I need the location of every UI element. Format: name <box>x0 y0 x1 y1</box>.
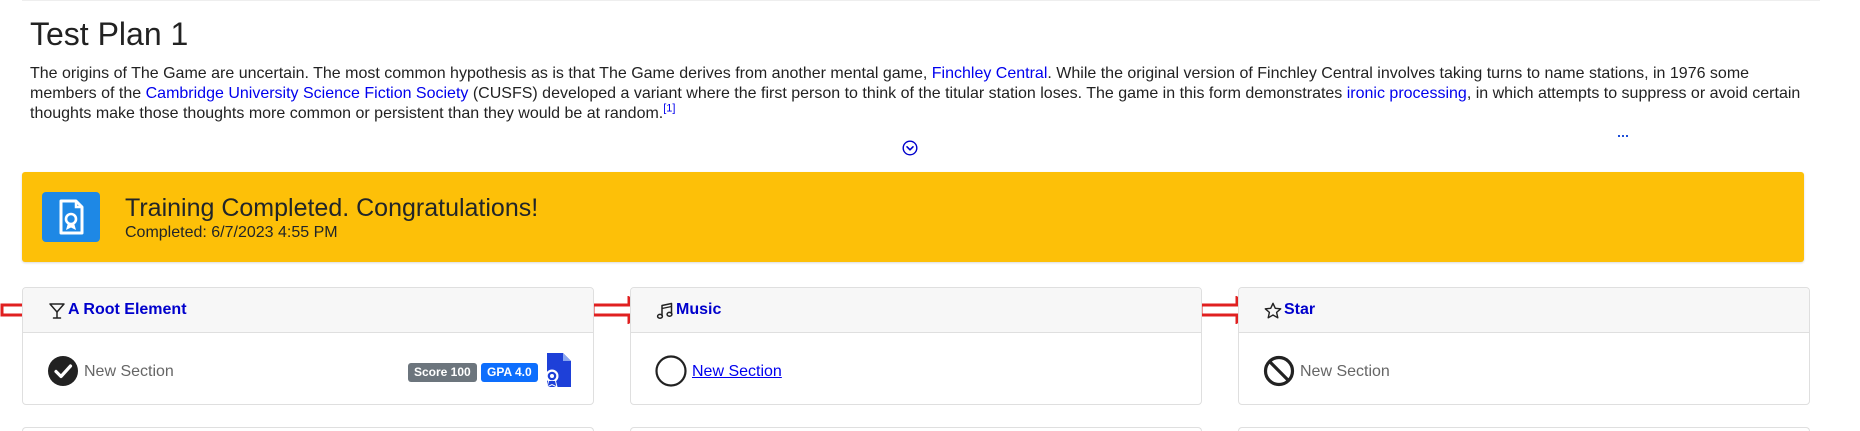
score-badge: Score 100 <box>408 363 477 382</box>
plan-item-card <box>22 427 594 431</box>
check-circle-icon <box>48 356 78 386</box>
section-link[interactable]: New Section <box>692 363 782 381</box>
finchley-central-link[interactable]: Finchley Central <box>932 65 1048 82</box>
chevron-down-circle-icon[interactable] <box>902 140 918 156</box>
card-body: New Section <box>631 333 1201 405</box>
plan-item-card: A Root Element New Section Score 100 GPA… <box>22 287 594 405</box>
card-body: New Section Score 100 GPA 4.0 <box>23 333 593 405</box>
certificate-icon[interactable] <box>541 352 573 388</box>
plan-item-card <box>630 427 1202 431</box>
completion-date: Completed: 6/7/2023 4:55 PM <box>125 224 338 241</box>
plan-item-card: Star New Section <box>1238 287 1810 405</box>
gpa-badge: GPA 4.0 <box>481 363 538 382</box>
reference-link[interactable]: [1] <box>663 103 675 115</box>
music-note-icon <box>656 302 673 319</box>
ironic-processing-link[interactable]: ironic processing <box>1347 85 1467 102</box>
completion-banner: Training Completed. Congratulations! Com… <box>22 172 1804 262</box>
card-body: New Section <box>1239 333 1809 405</box>
intro-paragraph: The origins of The Game are uncertain. T… <box>30 64 1820 124</box>
cusfs-link[interactable]: Cambridge University Science Fiction Soc… <box>146 85 469 102</box>
card-title[interactable]: Music <box>676 301 721 319</box>
top-divider <box>22 0 1820 1</box>
card-title[interactable]: Star <box>1284 301 1315 319</box>
card-header[interactable]: A Root Element <box>23 288 593 333</box>
star-outline-icon <box>1264 302 1282 319</box>
card-title[interactable]: A Root Element <box>68 301 187 319</box>
intro-text: (CUSFS) developed a variant where the fi… <box>468 85 1347 102</box>
intro-text: The origins of The Game are uncertain. T… <box>30 65 932 82</box>
ban-icon <box>1263 355 1295 387</box>
empty-circle-icon <box>655 355 687 387</box>
certificate-icon <box>42 192 100 242</box>
martini-glass-icon <box>49 303 65 319</box>
card-header[interactable]: Star <box>1239 288 1809 333</box>
card-header[interactable]: Music <box>631 288 1201 333</box>
page-title: Test Plan 1 <box>30 16 189 52</box>
more-dots-icon <box>1618 135 1628 137</box>
banner-title: Training Completed. Congratulations! <box>125 194 539 222</box>
plan-item-card: Music New Section <box>630 287 1202 405</box>
section-label: New Section <box>1300 363 1390 380</box>
plan-item-card <box>1238 427 1810 431</box>
section-label: New Section <box>84 363 174 380</box>
